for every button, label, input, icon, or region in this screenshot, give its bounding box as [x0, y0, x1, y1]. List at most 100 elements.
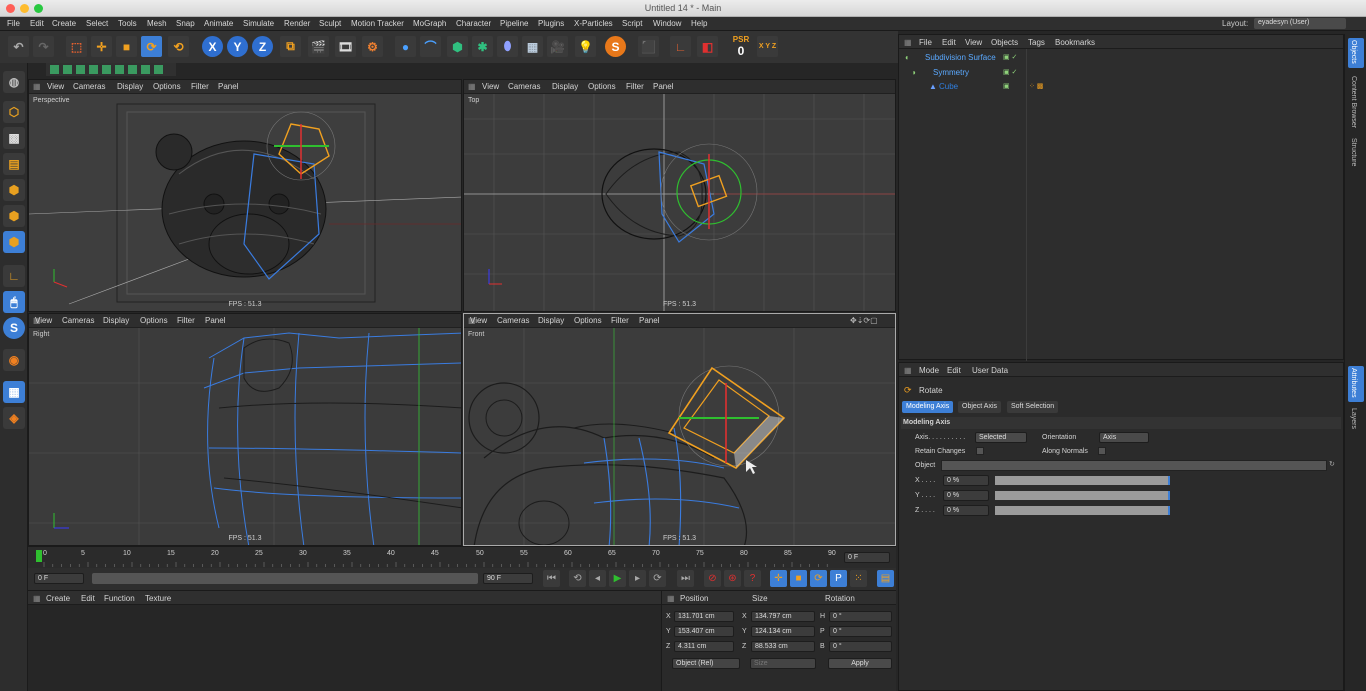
go-to-end-icon[interactable]: ⏭: [677, 570, 694, 587]
tab-attributes[interactable]: Attributes: [1350, 368, 1357, 398]
script-s-icon[interactable]: S: [605, 36, 626, 57]
vp-menu-display[interactable]: Display: [538, 316, 564, 325]
mograph-cloner-icon[interactable]: ✱: [472, 36, 493, 57]
vp-menu-options[interactable]: Options: [153, 82, 181, 91]
menu-pipeline[interactable]: Pipeline: [500, 19, 528, 28]
model-mode-icon[interactable]: ⬡: [3, 101, 25, 123]
object-name[interactable]: Cube: [939, 82, 958, 91]
orientation-dropdown[interactable]: Axis: [1099, 432, 1149, 443]
om-menu-edit[interactable]: Edit: [942, 38, 956, 47]
om-menu-view[interactable]: View: [965, 38, 982, 47]
vp-menu-panel[interactable]: Panel: [639, 316, 659, 325]
previous-frame-icon[interactable]: ◂: [589, 570, 606, 587]
y-axis-lock-icon[interactable]: Y: [227, 36, 248, 57]
timeline-ruler[interactable]: 0 5 10 15 20 25 30 35 40 45 50 55 60 65 …: [28, 546, 896, 568]
x-axis-lock-icon[interactable]: X: [202, 36, 223, 57]
vp-menu-display[interactable]: Display: [117, 82, 143, 91]
size-y-field[interactable]: 124.134 cm: [751, 626, 815, 637]
vp-menu-cameras[interactable]: Cameras: [73, 82, 105, 91]
retain-changes-checkbox[interactable]: [976, 447, 984, 455]
coordinate-mode-select[interactable]: Object (Rel): [672, 658, 740, 669]
size-x-field[interactable]: 134.797 cm: [751, 611, 815, 622]
key-parameter-icon[interactable]: P: [830, 570, 847, 587]
redo-icon[interactable]: ↷: [33, 36, 54, 57]
object-row-symmetry[interactable]: ◑ Symmetry ▣ ✓: [901, 68, 1343, 82]
tab-soft-selection[interactable]: Soft Selection: [1007, 401, 1059, 413]
object-name[interactable]: Subdivision Surface: [925, 53, 996, 62]
deformer-icon[interactable]: ⬮: [497, 36, 518, 57]
vp-menu-view[interactable]: View: [470, 316, 487, 325]
xyz-snap-icon[interactable]: X Y Z: [757, 36, 778, 57]
material-menu-function[interactable]: Function: [104, 594, 135, 603]
rotation-b-field[interactable]: 0 °: [829, 641, 892, 652]
vp-menu-options[interactable]: Options: [588, 82, 616, 91]
tab-object-axis[interactable]: Object Axis: [958, 401, 1002, 413]
menu-file[interactable]: File: [7, 19, 20, 28]
menu-render[interactable]: Render: [284, 19, 310, 28]
tab-layers[interactable]: Layers: [1350, 408, 1357, 429]
material-manager[interactable]: ▦ Create Edit Function Texture: [28, 590, 661, 691]
rotation-p-field[interactable]: 0 °: [829, 626, 892, 637]
camera-icon[interactable]: 🎥: [547, 36, 568, 57]
live-selection-icon[interactable]: ⬚: [66, 36, 87, 57]
texture-mode-icon[interactable]: ▩: [3, 127, 25, 149]
axis-y-slider[interactable]: [995, 491, 1170, 500]
visibility-toggle-icon[interactable]: ▣ ✓: [1003, 53, 1017, 61]
tab-structure[interactable]: Structure: [1350, 138, 1357, 166]
object-row-subdivision-surface[interactable]: ◐ Subdivision Surface ▣ ✓: [901, 53, 1343, 67]
om-menu-objects[interactable]: Objects: [991, 38, 1018, 47]
render-view-icon[interactable]: 🎬: [308, 36, 329, 57]
vp-menu-filter[interactable]: Filter: [191, 82, 209, 91]
axis-icon[interactable]: ∟: [670, 36, 691, 57]
vp-menu-view[interactable]: View: [35, 316, 52, 325]
workplane-icon[interactable]: ◧: [697, 36, 718, 57]
playhead[interactable]: [36, 550, 42, 562]
workplane-grid-icon[interactable]: ▦: [3, 381, 25, 403]
rotation-h-field[interactable]: 0 °: [829, 611, 892, 622]
vp-menu-view[interactable]: View: [482, 82, 499, 91]
vp-menu-view[interactable]: View: [47, 82, 64, 91]
undo-icon[interactable]: ↶: [8, 36, 29, 57]
visibility-toggle-icon[interactable]: ▣: [1003, 82, 1010, 90]
menu-simulate[interactable]: Simulate: [243, 19, 274, 28]
previous-key-icon[interactable]: ⟲: [569, 570, 586, 587]
am-menu-edit[interactable]: Edit: [947, 366, 961, 375]
menu-sculpt[interactable]: Sculpt: [319, 19, 341, 28]
next-key-icon[interactable]: ⟳: [649, 570, 666, 587]
object-link-field[interactable]: [941, 460, 1327, 471]
vp-menu-panel[interactable]: Panel: [653, 82, 673, 91]
rotate-icon[interactable]: ⟳: [141, 36, 162, 57]
menu-select[interactable]: Select: [86, 19, 108, 28]
polygon-cube-icon[interactable]: ⬛: [638, 36, 659, 57]
workplane-mode-icon[interactable]: ▤: [3, 153, 25, 175]
key-scale-icon[interactable]: ■: [790, 570, 807, 587]
size-mode-select[interactable]: Size: [750, 658, 816, 669]
vp-menu-filter[interactable]: Filter: [177, 316, 195, 325]
visibility-toggle-icon[interactable]: ▣ ✓: [1003, 68, 1017, 76]
tab-objects[interactable]: Objects: [1350, 40, 1357, 64]
locked-workplane-icon[interactable]: ◈: [3, 407, 25, 429]
sphere-object-icon[interactable]: ●: [395, 36, 416, 57]
vp-menu-options[interactable]: Options: [574, 316, 602, 325]
menu-tools[interactable]: Tools: [118, 19, 137, 28]
snap-s-icon[interactable]: S: [3, 317, 25, 339]
keyframe-selection-icon[interactable]: ?: [744, 570, 761, 587]
axis-mode-icon[interactable]: ∟: [3, 265, 25, 287]
start-frame-field[interactable]: 0 F: [34, 573, 84, 584]
end-frame-field[interactable]: 90 F: [483, 573, 533, 584]
scale-icon[interactable]: ■: [116, 36, 137, 57]
recent-tool-icon[interactable]: ⟲: [168, 36, 189, 57]
tab-content-browser[interactable]: Content Browser: [1350, 76, 1357, 128]
menu-create[interactable]: Create: [52, 19, 76, 28]
vp-menu-panel[interactable]: Panel: [205, 316, 225, 325]
subdivision-generator-icon[interactable]: ⬢: [447, 36, 468, 57]
points-mode-icon[interactable]: ⬢: [3, 179, 25, 201]
material-tag-icon[interactable]: ⁘ ▩: [1029, 82, 1043, 90]
position-y-field[interactable]: 153.407 cm: [674, 626, 734, 637]
menu-motion-tracker[interactable]: Motion Tracker: [351, 19, 404, 28]
apply-button[interactable]: Apply: [828, 658, 892, 669]
current-frame-field[interactable]: 0 F: [844, 552, 890, 563]
axis-x-field[interactable]: 0 %: [943, 475, 989, 486]
axis-dropdown[interactable]: Selected: [975, 432, 1027, 443]
viewport-right[interactable]: ▦ View Cameras Display Options Filter Pa…: [28, 313, 462, 546]
